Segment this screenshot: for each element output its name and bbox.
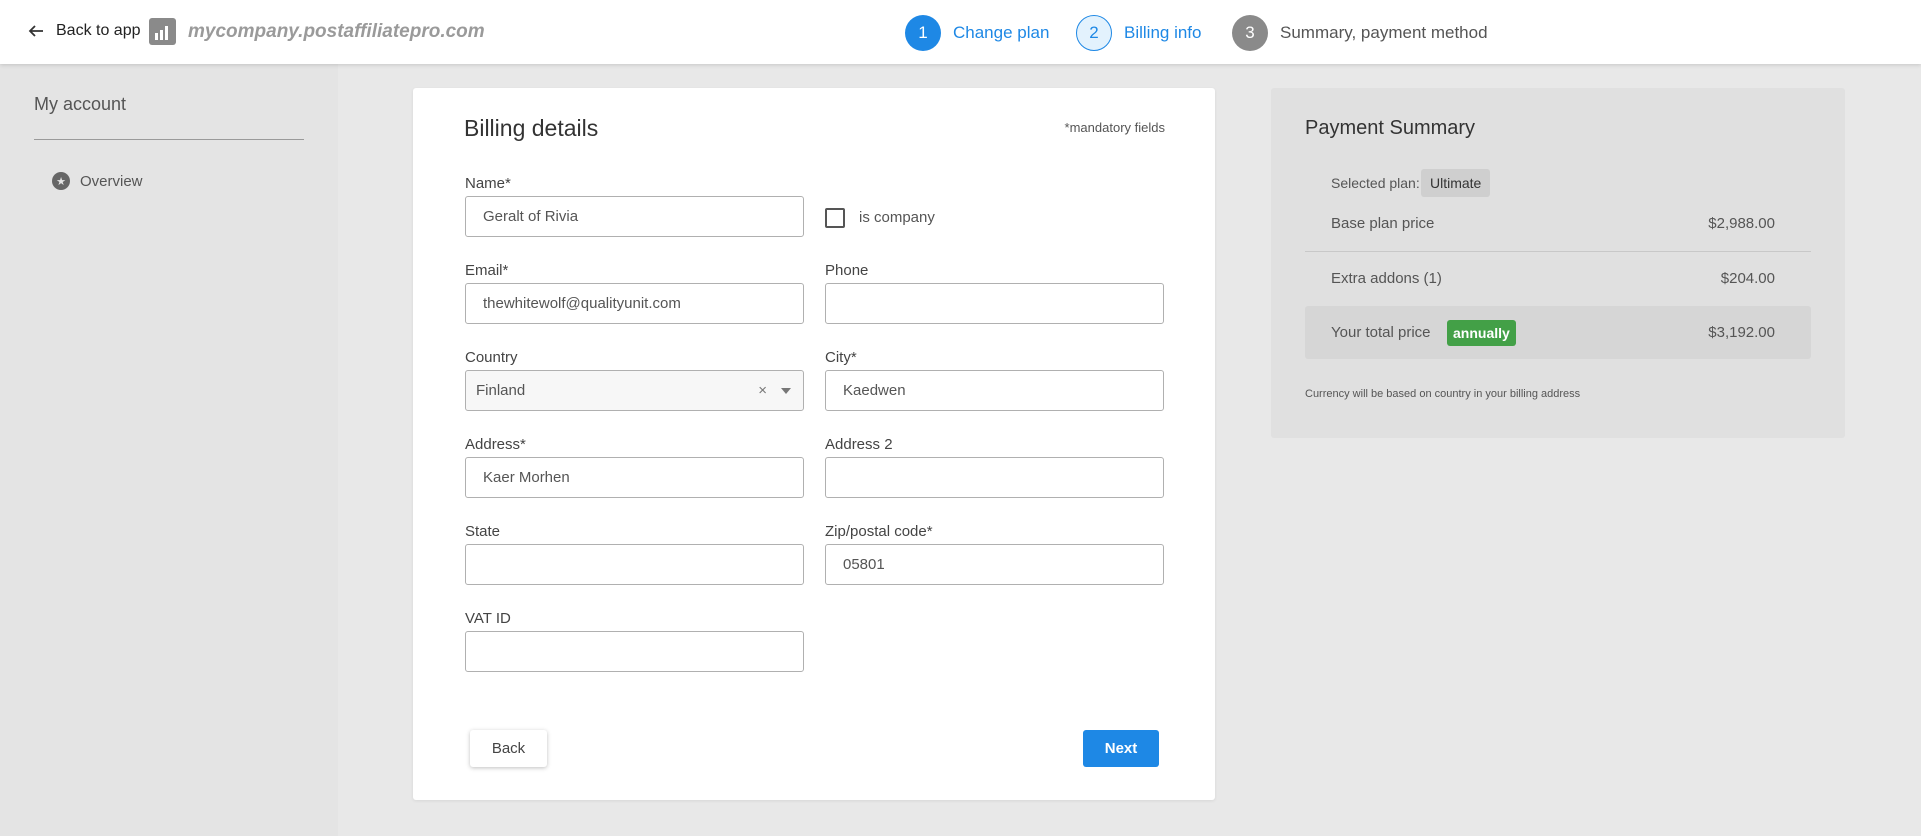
payment-summary-panel: Payment Summary Selected plan: Ultimate … xyxy=(1271,88,1845,438)
back-button[interactable]: Back xyxy=(470,730,547,767)
card-title: Billing details xyxy=(464,115,599,141)
step-billing-info[interactable]: 2 Billing info xyxy=(1076,15,1202,51)
address-label: Address* xyxy=(465,436,526,453)
phone-label: Phone xyxy=(825,262,869,279)
country-label: Country xyxy=(465,349,518,366)
country-select[interactable]: Finland × xyxy=(465,370,804,411)
vat-label: VAT ID xyxy=(465,610,511,627)
step-number-2: 2 xyxy=(1076,15,1112,51)
top-bar: Back to app mycompany.postaffiliatepro.c… xyxy=(0,0,1921,64)
email-field[interactable] xyxy=(465,283,804,324)
total-price-row: Your total price annually $3,192.00 xyxy=(1305,306,1811,359)
zip-field[interactable] xyxy=(825,544,1164,585)
addons-value: $204.00 xyxy=(1720,270,1775,287)
base-price-label: Base plan price xyxy=(1331,215,1435,232)
currency-note: Currency will be based on country in you… xyxy=(1305,388,1581,400)
address-field[interactable] xyxy=(465,457,804,498)
name-field[interactable] xyxy=(465,196,804,237)
zip-label: Zip/postal code* xyxy=(825,523,933,540)
step-number-1: 1 xyxy=(905,15,941,51)
step-summary-payment[interactable]: 3 Summary, payment method xyxy=(1232,15,1488,51)
plan-badge: Ultimate xyxy=(1421,169,1491,197)
address2-field[interactable] xyxy=(825,457,1164,498)
clear-icon[interactable]: × xyxy=(758,382,767,399)
is-company-label: is company xyxy=(859,209,935,226)
chart-logo-icon xyxy=(149,18,176,45)
sidebar-item-label: Overview xyxy=(80,172,143,190)
back-to-app-label: Back to app xyxy=(56,22,141,39)
billing-period-badge: annually xyxy=(1447,320,1516,346)
star-circle-icon: ★ xyxy=(52,172,70,190)
mandatory-note: *mandatory fields xyxy=(1064,120,1165,135)
address2-label: Address 2 xyxy=(825,436,893,453)
selected-plan-label: Selected plan: xyxy=(1331,175,1420,191)
back-to-app-link[interactable]: Back to app xyxy=(28,22,141,40)
billing-details-card: Billing details *mandatory fields Name* … xyxy=(413,88,1215,800)
total-price-label: Your total price xyxy=(1331,324,1431,341)
phone-field[interactable] xyxy=(825,283,1164,324)
sidebar-item-overview[interactable]: ★ Overview xyxy=(52,172,143,190)
chevron-down-icon[interactable] xyxy=(781,388,791,394)
base-price-value: $2,988.00 xyxy=(1708,215,1775,232)
country-value: Finland xyxy=(476,382,526,399)
divider xyxy=(1305,251,1811,252)
state-field[interactable] xyxy=(465,544,804,585)
is-company-checkbox[interactable] xyxy=(825,208,845,228)
city-label: City* xyxy=(825,349,857,366)
city-field[interactable] xyxy=(825,370,1164,411)
summary-title: Payment Summary xyxy=(1305,117,1476,139)
step-label: Summary, payment method xyxy=(1280,23,1488,42)
sidebar-title: My account xyxy=(34,94,127,114)
account-domain: mycompany.postaffiliatepro.com xyxy=(188,21,485,42)
state-label: State xyxy=(465,523,501,540)
sidebar: My account ★ Overview xyxy=(0,64,338,836)
vat-field[interactable] xyxy=(465,631,804,672)
step-number-3: 3 xyxy=(1232,15,1268,51)
addons-label: Extra addons (1) xyxy=(1331,270,1442,287)
total-price-value: $3,192.00 xyxy=(1708,324,1775,341)
step-label: Change plan xyxy=(953,23,1050,42)
name-label: Name* xyxy=(465,175,511,192)
step-change-plan[interactable]: 1 Change plan xyxy=(905,15,1049,51)
arrow-left-icon xyxy=(28,25,43,37)
step-label: Billing info xyxy=(1124,23,1202,42)
divider xyxy=(34,139,304,140)
next-button[interactable]: Next xyxy=(1083,730,1159,767)
email-label: Email* xyxy=(465,262,509,279)
